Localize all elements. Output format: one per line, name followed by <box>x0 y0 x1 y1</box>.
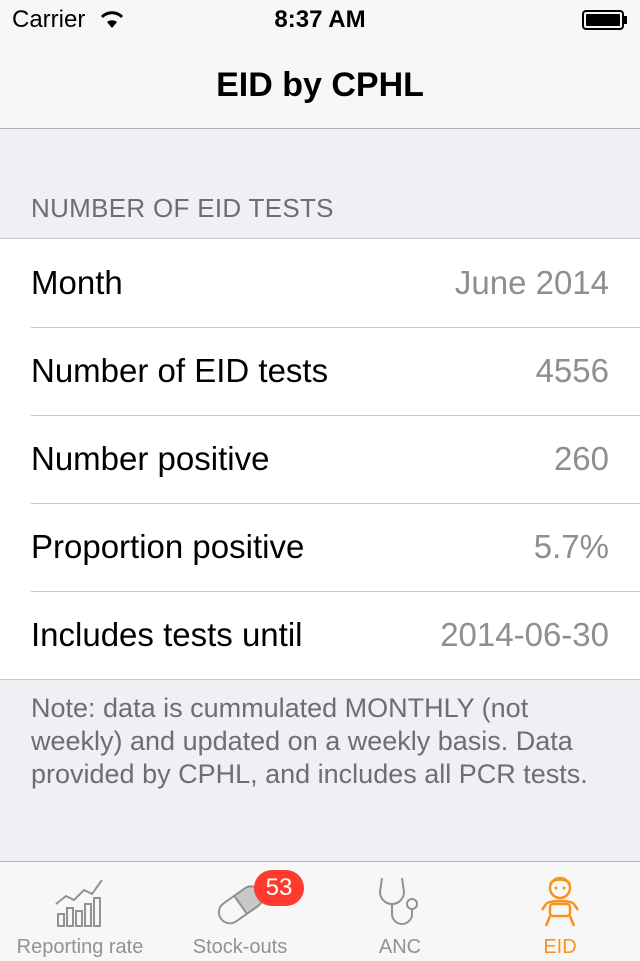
row-value: 2014-06-30 <box>440 616 609 653</box>
bar-chart-icon <box>55 879 103 927</box>
row-label: Proportion positive <box>31 528 305 565</box>
page-title: EID by CPHL <box>216 66 424 104</box>
tab-reporting-rate[interactable]: Reporting rate <box>0 862 160 961</box>
tab-eid[interactable]: EID <box>480 862 640 961</box>
tab-label: ANC <box>378 936 422 958</box>
table-row-number-of-tests: Number of EID tests 4556 <box>0 327 640 415</box>
navigation-bar: EID by CPHL <box>0 40 640 129</box>
row-label: Month <box>31 264 123 301</box>
row-value: 4556 <box>535 352 609 389</box>
baby-icon <box>540 876 580 927</box>
footer-note: Note: data is cummulated MONTHLY (not we… <box>31 693 588 789</box>
row-value: June 2014 <box>454 264 609 301</box>
row-value: 5.7% <box>533 528 609 565</box>
battery-icon <box>582 10 627 30</box>
row-value: 260 <box>553 440 609 477</box>
section-header: NUMBER OF EID TESTS <box>31 193 334 223</box>
stock-outs-badge: 53 <box>254 870 304 906</box>
table-row-proportion-positive: Proportion positive 5.7% <box>0 503 640 591</box>
tab-label: EID <box>543 936 577 958</box>
tab-bar: Reporting rate 53 Stock-outs ANC EID <box>0 861 640 961</box>
status-bar: Carrier 8:37 AM <box>0 0 640 40</box>
table-row-month: Month June 2014 <box>0 239 640 327</box>
tab-stock-outs[interactable]: 53 Stock-outs <box>160 862 320 961</box>
tab-anc[interactable]: ANC <box>320 862 480 961</box>
row-label: Number positive <box>31 440 270 477</box>
table-row-includes-until: Includes tests until 2014-06-30 <box>0 591 640 679</box>
tab-label: Stock-outs <box>192 936 288 958</box>
stethoscope-icon <box>378 877 418 925</box>
clock: 8:37 AM <box>274 6 366 33</box>
row-label: Number of EID tests <box>31 352 329 389</box>
row-label: Includes tests until <box>31 616 303 653</box>
table-row-number-positive: Number positive 260 <box>0 415 640 503</box>
tab-label: Reporting rate <box>16 936 144 958</box>
eid-stats-table: Month June 2014 Number of EID tests 4556… <box>0 238 640 680</box>
